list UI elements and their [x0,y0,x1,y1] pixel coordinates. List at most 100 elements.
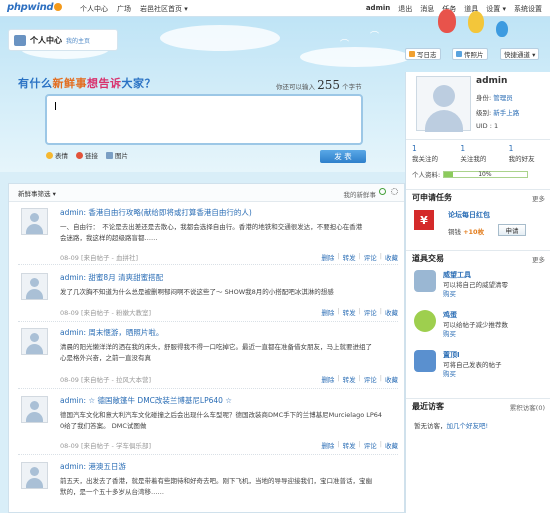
post-line: 会迷路，我这样的超级路盲都…… [60,234,158,242]
post-title[interactable]: 周末惬游，晒照片啦。 [88,328,163,337]
tasks-more-link[interactable]: 更多 [532,193,545,203]
profile-sidebar: admin 身份: 管理员 级别: 新手上路 UID : 1 1 我关注的 1 关注… [405,72,550,513]
nav-plaza[interactable]: 广场 [117,4,131,14]
nav-settings[interactable]: 设置 ▾ [486,4,506,14]
progress-bar: 10% [443,170,529,178]
link-tool[interactable]: 链接 [76,150,98,160]
send-button[interactable]: 发 表 [320,150,366,163]
post-author[interactable]: admin [60,328,84,337]
avatar[interactable] [21,208,48,235]
reward-prefix: 铜钱 [448,228,461,236]
favorite-link[interactable]: 收藏 [385,440,398,450]
stat-label: 我关注的 [412,155,438,163]
add-friends-link[interactable]: 加几个好友吧! [447,422,489,430]
buy-link[interactable]: 购买 [443,368,456,378]
favorite-link[interactable]: 收藏 [385,307,398,317]
feed-item: admin: 甜蜜8月 清爽甜蜜搭配 发了几次胸不知道为什么总是被删啊郁闷啊不说… [18,269,398,326]
write-log-button[interactable]: 写日志 [405,48,441,60]
buy-link[interactable]: 购买 [443,328,456,338]
identity-value[interactable]: 管理员 [493,94,513,102]
buy-link[interactable]: 购买 [443,288,456,298]
my-home-link[interactable]: 我的主页 [66,36,90,45]
post-actions: 删除 | 转发 | 评论 | 收藏 [321,440,398,450]
forward-link[interactable]: 转发 [343,440,356,450]
forward-link[interactable]: 转发 [343,374,356,384]
avatar[interactable] [21,462,48,489]
prop-item: 置顶I 可将自己发表的帖子 购买 [412,350,547,380]
props-more-link[interactable]: 更多 [532,254,545,264]
separator: | [379,440,382,448]
delete-link[interactable]: 删除 [321,252,334,262]
feed-filter-dropdown[interactable]: 新鲜事筛选 ▾ [18,188,56,198]
separator: | [358,374,361,382]
visitors-count-link[interactable]: 累积访客(0) [510,402,545,412]
apply-button[interactable]: 申请 [498,224,526,236]
refresh-icon[interactable] [379,188,386,195]
favorite-link[interactable]: 收藏 [385,374,398,384]
feed-panel: 新鲜事筛选 ▾ 我的新鲜事 admin: 香港自由行攻略(献给即将或打算香港自由… [8,183,405,513]
delete-link[interactable]: 删除 [321,374,334,384]
stat-followers[interactable]: 1 关注我的 [454,140,502,164]
photo-icon [456,51,462,57]
forward-link[interactable]: 转发 [343,252,356,262]
site-logo[interactable]: phpwind [7,2,63,13]
image-tool[interactable]: 图片 [106,150,128,160]
post-author[interactable]: admin [60,208,84,217]
delete-link[interactable]: 删除 [321,440,334,450]
comment-link[interactable]: 评论 [364,440,377,450]
stat-friends[interactable]: 1 我的好友 [503,140,550,164]
balloon-decoration [438,9,456,33]
props-title: 道具交易 [412,254,444,263]
avatar[interactable] [21,396,48,423]
forward-link[interactable]: 转发 [343,307,356,317]
nav-logout[interactable]: 退出 [398,4,412,14]
prestige-tool-icon [414,270,436,292]
profile-avatar[interactable] [416,76,471,132]
post-title[interactable]: ☆ 德国敞篷牛 DMC改装兰博基尼LP640 ☆ [88,396,232,405]
comment-link[interactable]: 评论 [364,252,377,262]
post-title[interactable]: 港澳五日游 [88,462,126,471]
char-counter: 你还可以输入 255 个字节 [276,78,362,92]
post-line: 0给了我们答案。 DMC试图做 [60,422,147,430]
emoji-tool[interactable]: 表情 [46,150,68,160]
separator: | [379,252,382,260]
task-name[interactable]: 论坛每日红包 [448,210,490,220]
cloud-decoration [160,25,280,51]
nav-messages[interactable]: 消息 [420,4,434,14]
avatar[interactable] [21,328,48,355]
profile-level: 级别: 新手上路 [476,107,519,117]
nav-username[interactable]: admin [366,4,390,14]
level-value[interactable]: 新手上路 [493,109,519,117]
nav-system-settings[interactable]: 系统设置 [514,4,542,14]
comment-link[interactable]: 评论 [364,374,377,384]
divider [18,264,398,265]
post-title[interactable]: 香港自由行攻略(献给即将或打算香港自由行的人) [88,208,251,217]
stat-following[interactable]: 1 我关注的 [406,140,454,164]
task-reward: 铜钱 +10枚 [448,226,484,236]
post-title[interactable]: 甜蜜8月 清爽甜蜜搭配 [88,273,163,282]
post-header: admin: 周末惬游，晒照片啦。 [60,328,164,337]
post-header: admin: 港澳五日游 [60,462,126,471]
emoji-label: 表情 [55,152,68,160]
progress-percent: 10% [478,170,492,178]
quick-channel-button[interactable]: 快捷通道 ▾ [500,48,540,60]
stat-count: 1 [460,144,466,153]
favorite-link[interactable]: 收藏 [385,252,398,262]
gear-icon[interactable] [391,188,398,195]
status-textarea[interactable] [45,94,363,145]
post-meta: 08-09 [来自帖子 - 血拼社] [60,254,139,262]
nav-community-home[interactable]: 岩邑社区首页 ▾ [140,4,188,14]
delete-link[interactable]: 删除 [321,307,334,317]
logo-dot-icon [54,3,63,11]
avatar[interactable] [21,273,48,300]
post-author[interactable]: admin [60,462,84,471]
profile-username[interactable]: admin [476,76,507,86]
upload-photo-button[interactable]: 传照片 [452,48,488,60]
comment-link[interactable]: 评论 [364,307,377,317]
post-author[interactable]: admin [60,396,84,405]
post-author[interactable]: admin [60,273,84,282]
profile-completion: 个人资料: 10% [412,169,529,179]
my-feed-link[interactable]: 我的新鲜事 [344,189,377,199]
nav-personal-center[interactable]: 个人中心 [80,4,108,14]
post-header: admin: 香港自由行攻略(献给即将或打算香港自由行的人) [60,208,252,217]
